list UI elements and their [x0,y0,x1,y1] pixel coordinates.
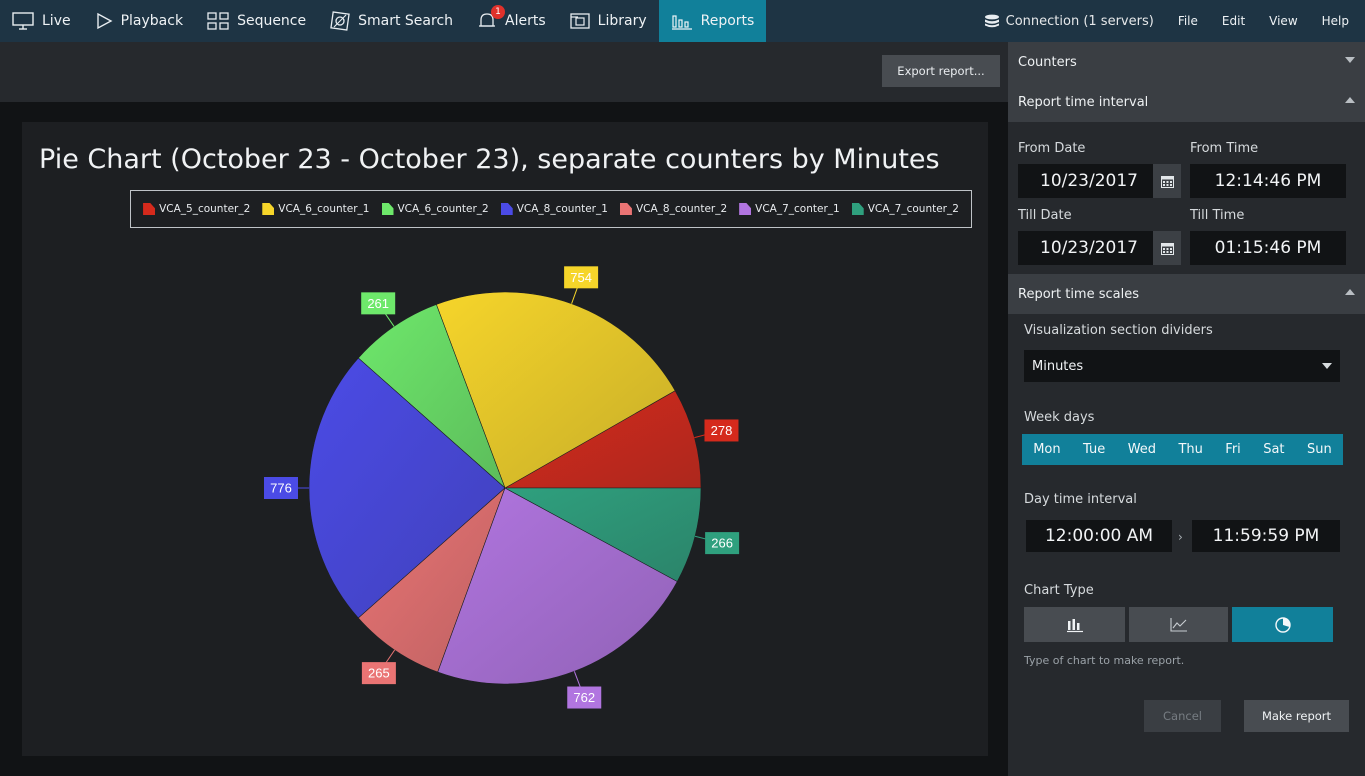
nav-live[interactable]: Live [0,0,83,42]
day-wed[interactable]: Wed [1124,442,1160,457]
bar-chart-type-button[interactable] [1024,607,1125,642]
day-start-field[interactable]: 12:00:00 AM [1026,520,1172,552]
calendar-icon [1160,175,1174,188]
line-chart-icon [1169,617,1187,632]
line-chart-type-button[interactable] [1129,607,1228,642]
chevron-down-icon [1345,57,1355,63]
data-label: 762 [573,690,595,705]
menu-help[interactable]: Help [1310,14,1361,28]
nav-playback-label: Playback [120,13,184,29]
nav-library-label: Library [597,13,647,29]
chart-card: Pie Chart (October 23 - October 23), sep… [22,122,988,756]
data-label: 278 [711,423,733,438]
data-label: 266 [711,536,733,551]
from-date-label: From Date [1018,141,1086,156]
play-icon [96,12,113,30]
nav-reports[interactable]: Reports [658,0,767,42]
day-interval-label: Day time interval [1024,492,1137,507]
nav-sequence[interactable]: Sequence [195,0,318,42]
day-thu[interactable]: Thu [1174,442,1206,457]
nav-reports-label: Reports [700,13,755,29]
library-icon [570,13,590,29]
dividers-select[interactable]: Minutes [1024,350,1340,382]
nav-playback[interactable]: Playback [83,0,195,42]
nav-library[interactable]: Library [558,0,659,42]
report-view: Export report... Pie Chart (October 23 -… [0,42,1008,776]
menu-view[interactable]: View [1257,14,1309,28]
chart-type-hint: Type of chart to make report. [1024,654,1185,667]
chart-type-label: Chart Type [1024,583,1094,598]
day-sun[interactable]: Sun [1303,442,1336,457]
data-label: 265 [368,666,390,681]
data-label: 754 [570,270,592,285]
calendar-icon [1160,242,1174,255]
smart-search-icon [330,11,350,31]
nav-smart-search[interactable]: Smart Search [318,0,465,42]
connection-label: Connection (1 servers) [1005,13,1154,29]
till-date-calendar-button[interactable] [1153,231,1181,265]
nav-alerts[interactable]: 1 Alerts [465,0,558,42]
pie-chart: 278 754 261 776 265 762 266 [264,266,740,709]
nav-live-label: Live [42,13,71,29]
day-mon[interactable]: Mon [1029,442,1064,457]
chevron-down-icon [1322,363,1332,369]
from-time-label: From Time [1190,141,1259,156]
alerts-badge: 1 [491,5,506,19]
counters-header[interactable]: Counters [1008,42,1365,82]
dividers-value: Minutes [1032,358,1084,374]
till-date-field[interactable]: 10/23/2017 [1018,231,1160,265]
settings-panel: Counters Report time interval From Date … [1008,42,1365,776]
menu-edit[interactable]: Edit [1210,14,1257,28]
monitor-icon [12,12,34,30]
data-label: 776 [270,481,292,496]
chevron-right-icon: › [1178,530,1183,544]
report-toolbar: Export report... [0,42,1008,102]
cancel-button[interactable]: Cancel [1144,700,1221,732]
day-fri[interactable]: Fri [1221,442,1245,457]
menu-file[interactable]: File [1166,14,1210,28]
grid-icon [207,12,229,30]
from-date-field[interactable]: 10/23/2017 [1018,164,1160,198]
from-time-field[interactable]: 12:14:46 PM [1190,164,1346,198]
week-days-label: Week days [1024,410,1095,425]
chevron-up-icon [1345,289,1355,295]
nav-alerts-label: Alerts [505,13,546,29]
till-time-field[interactable]: 01:15:46 PM [1190,231,1346,265]
report-time-scales-header[interactable]: Report time scales [1008,274,1365,314]
nav-sequence-label: Sequence [237,13,307,29]
till-date-label: Till Date [1018,208,1072,223]
till-time-label: Till Time [1190,208,1245,223]
export-report-button[interactable]: Export report... [882,55,1000,87]
reports-icon [671,15,692,30]
nav-smart-search-label: Smart Search [358,13,454,29]
chevron-up-icon [1345,97,1355,103]
week-days-selector: Mon Tue Wed Thu Fri Sat Sun [1022,434,1343,465]
report-time-interval-header[interactable]: Report time interval [1008,82,1365,122]
scales-header-label: Report time scales [1018,286,1139,302]
top-navigation: Live Playback Sequence Smart Search 1 Al… [0,0,1365,42]
connection-status[interactable]: Connection (1 servers) [972,14,1166,29]
from-date-calendar-button[interactable] [1153,164,1181,198]
day-sat[interactable]: Sat [1259,442,1288,457]
bar-chart-icon [1066,618,1083,632]
day-end-field[interactable]: 11:59:59 PM [1192,520,1340,552]
nav-right-group: Connection (1 servers) File Edit View He… [972,0,1365,42]
pie-chart-icon [1274,616,1291,633]
database-icon [984,14,999,28]
counters-header-label: Counters [1018,54,1077,70]
make-report-button[interactable]: Make report [1244,700,1349,732]
interval-header-label: Report time interval [1018,94,1149,110]
pie-chart-type-button[interactable] [1232,607,1333,642]
dividers-label: Visualization section dividers [1024,323,1213,338]
day-tue[interactable]: Tue [1079,442,1109,457]
data-label: 261 [367,296,389,311]
